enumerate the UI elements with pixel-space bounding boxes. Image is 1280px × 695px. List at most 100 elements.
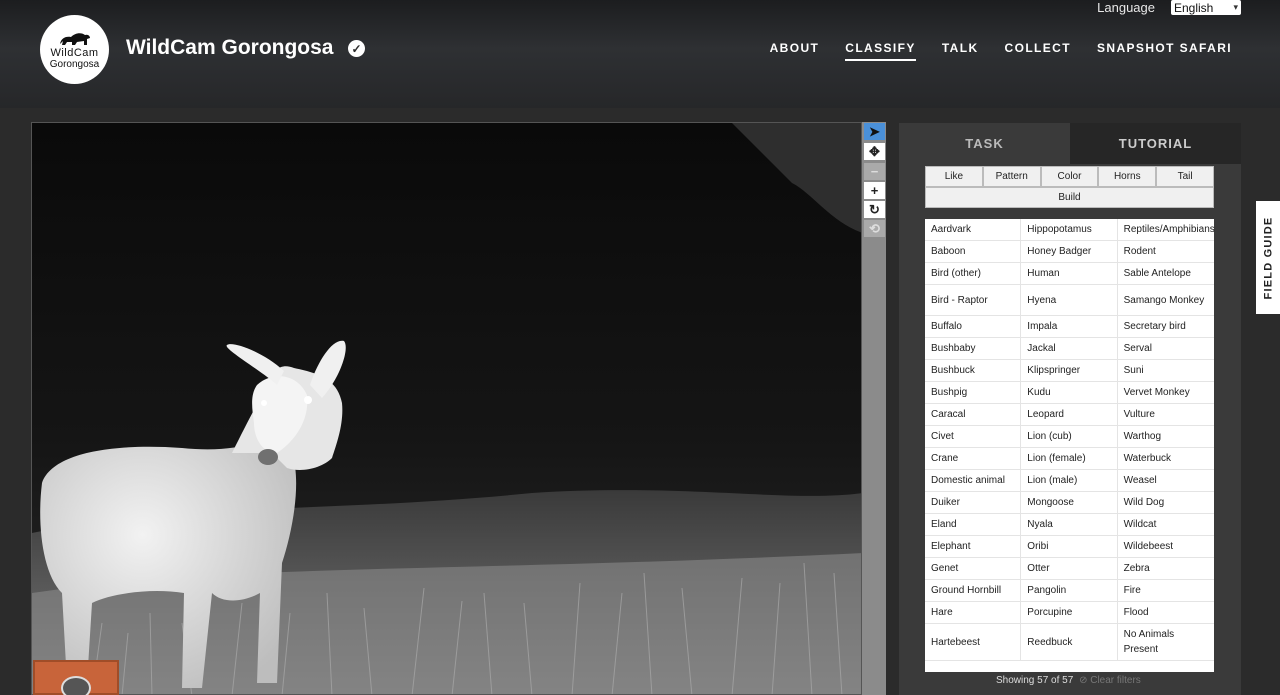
viewer-toolbar: ➤ ✥ − + ↻ ⟲ xyxy=(862,122,886,695)
species-button[interactable]: No Animals Present xyxy=(1118,624,1214,660)
species-button[interactable]: Reedbuck xyxy=(1021,624,1118,660)
species-button[interactable]: Civet xyxy=(925,426,1022,447)
nav-snapshot-safari[interactable]: SNAPSHOT SAFARI xyxy=(1097,41,1232,61)
species-list: Aardvark Hippopotamus Reptiles/Amphibians B… xyxy=(925,219,1215,672)
species-button[interactable]: Pangolin xyxy=(1021,580,1118,601)
camera-trap-photo xyxy=(32,123,861,694)
species-button[interactable]: Caracal xyxy=(925,404,1022,425)
task-panel: TASK TUTORIAL Like Pattern Color Horns T… xyxy=(899,123,1241,695)
nav-classify[interactable]: CLASSIFY xyxy=(845,41,916,61)
species-button[interactable]: Porcupine xyxy=(1021,602,1118,623)
species-row: Bird (other) Human Sable Antelope xyxy=(925,263,1214,285)
species-button[interactable]: Oribi xyxy=(1021,536,1118,557)
species-button[interactable]: Warthog xyxy=(1118,426,1214,447)
species-button[interactable]: Buffalo xyxy=(925,316,1022,337)
species-button[interactable]: Wild Dog xyxy=(1118,492,1214,513)
wildcam-logo[interactable]: WildCam Gorongosa xyxy=(40,15,109,84)
species-button[interactable]: Waterbuck xyxy=(1118,448,1214,469)
showing-text: Showing 57 of 57 xyxy=(996,675,1074,686)
species-button[interactable]: Baboon xyxy=(925,241,1022,262)
camera-badge xyxy=(33,660,119,695)
zoom-out-icon[interactable]: − xyxy=(864,163,885,180)
species-button[interactable]: Lion (cub) xyxy=(1021,426,1118,447)
species-row: Crane Lion (female) Waterbuck xyxy=(925,448,1214,470)
nav-talk[interactable]: TALK xyxy=(942,41,979,61)
filter-like[interactable]: Like xyxy=(925,166,983,187)
nav-about[interactable]: ABOUT xyxy=(770,41,820,61)
filter-color[interactable]: Color xyxy=(1040,166,1099,187)
species-button[interactable]: Aardvark xyxy=(925,219,1022,240)
reset-icon[interactable]: ⟲ xyxy=(864,220,885,237)
species-button[interactable]: Lion (male) xyxy=(1021,470,1118,491)
species-button[interactable]: Wildebeest xyxy=(1118,536,1214,557)
pointer-icon[interactable]: ➤ xyxy=(864,123,885,140)
filter-pattern[interactable]: Pattern xyxy=(982,166,1041,187)
species-button[interactable]: Bushpig xyxy=(925,382,1022,403)
species-button[interactable]: Suni xyxy=(1118,360,1214,381)
filter-build[interactable]: Build xyxy=(925,187,1214,208)
species-button[interactable]: Reptiles/Amphibians xyxy=(1118,219,1215,240)
filter-horns[interactable]: Horns xyxy=(1098,166,1157,187)
filter-tail[interactable]: Tail xyxy=(1156,166,1214,187)
move-icon[interactable]: ✥ xyxy=(864,143,885,160)
species-button[interactable]: Kudu xyxy=(1021,382,1118,403)
subject-image[interactable] xyxy=(31,122,862,695)
species-filters: Like Pattern Color Horns Tail Build xyxy=(925,166,1214,208)
project-title[interactable]: WildCam Gorongosa xyxy=(126,36,334,60)
zoom-in-icon[interactable]: + xyxy=(864,182,885,199)
species-button[interactable]: Mongoose xyxy=(1021,492,1118,513)
tab-task[interactable]: TASK xyxy=(899,123,1070,164)
species-button[interactable]: Secretary bird xyxy=(1118,316,1214,337)
species-button[interactable]: Hartebeest xyxy=(925,624,1022,660)
species-row: Eland Nyala Wildcat xyxy=(925,514,1214,536)
species-button[interactable]: Genet xyxy=(925,558,1022,579)
nav-collect[interactable]: COLLECT xyxy=(1005,41,1071,61)
chevron-down-icon: ▾ xyxy=(1233,2,1238,12)
species-button[interactable]: Hare xyxy=(925,602,1022,623)
species-button[interactable]: Elephant xyxy=(925,536,1022,557)
species-button[interactable]: Weasel xyxy=(1118,470,1214,491)
species-button[interactable]: Nyala xyxy=(1021,514,1118,535)
species-button[interactable]: Vervet Monkey xyxy=(1118,382,1214,403)
species-button[interactable]: Serval xyxy=(1118,338,1214,359)
species-button[interactable]: Impala xyxy=(1021,316,1118,337)
species-row: Aardvark Hippopotamus Reptiles/Amphibians xyxy=(925,219,1215,241)
species-button[interactable]: Crane xyxy=(925,448,1022,469)
species-button[interactable]: Hyena xyxy=(1021,285,1118,315)
clear-filters-link[interactable]: ⊘ Clear filters xyxy=(1079,675,1141,686)
rotate-icon[interactable]: ↻ xyxy=(864,201,885,218)
species-button[interactable]: Zebra xyxy=(1118,558,1214,579)
species-button[interactable]: Domestic animal xyxy=(925,470,1022,491)
species-row: Civet Lion (cub) Warthog xyxy=(925,426,1214,448)
species-button[interactable]: Honey Badger xyxy=(1021,241,1118,262)
tab-tutorial[interactable]: TUTORIAL xyxy=(1070,123,1241,164)
species-row: Bushbuck Klipspringer Suni xyxy=(925,360,1214,382)
species-button[interactable]: Wildcat xyxy=(1118,514,1214,535)
species-button[interactable]: Hippopotamus xyxy=(1021,219,1118,240)
species-button[interactable]: Klipspringer xyxy=(1021,360,1118,381)
species-button[interactable]: Jackal xyxy=(1021,338,1118,359)
language-select[interactable]: English ▾ xyxy=(1171,0,1241,15)
field-guide-tab[interactable]: FIELD GUIDE xyxy=(1256,201,1280,314)
species-button[interactable]: Fire xyxy=(1118,580,1214,601)
species-row: Duiker Mongoose Wild Dog xyxy=(925,492,1214,514)
species-row: Hare Porcupine Flood xyxy=(925,602,1214,624)
species-button[interactable]: Lion (female) xyxy=(1021,448,1118,469)
species-button[interactable]: Duiker xyxy=(925,492,1022,513)
species-button[interactable]: Bird - Raptor xyxy=(925,285,1022,315)
species-button[interactable]: Bushbaby xyxy=(925,338,1022,359)
species-button[interactable]: Flood xyxy=(1118,602,1214,623)
species-button[interactable]: Samango Monkey xyxy=(1118,285,1214,315)
species-button[interactable]: Human xyxy=(1021,263,1118,284)
species-button[interactable]: Otter xyxy=(1021,558,1118,579)
species-button[interactable]: Sable Antelope xyxy=(1118,263,1214,284)
species-button[interactable]: Rodent xyxy=(1118,241,1214,262)
species-button[interactable]: Eland xyxy=(925,514,1022,535)
species-button[interactable]: Bird (other) xyxy=(925,263,1022,284)
species-button[interactable]: Bushbuck xyxy=(925,360,1022,381)
species-button[interactable]: Leopard xyxy=(1021,404,1118,425)
species-button[interactable]: Ground Hornbill xyxy=(925,580,1022,601)
species-row: Genet Otter Zebra xyxy=(925,558,1214,580)
species-button[interactable]: Vulture xyxy=(1118,404,1214,425)
panel-tabs: TASK TUTORIAL xyxy=(899,123,1241,164)
